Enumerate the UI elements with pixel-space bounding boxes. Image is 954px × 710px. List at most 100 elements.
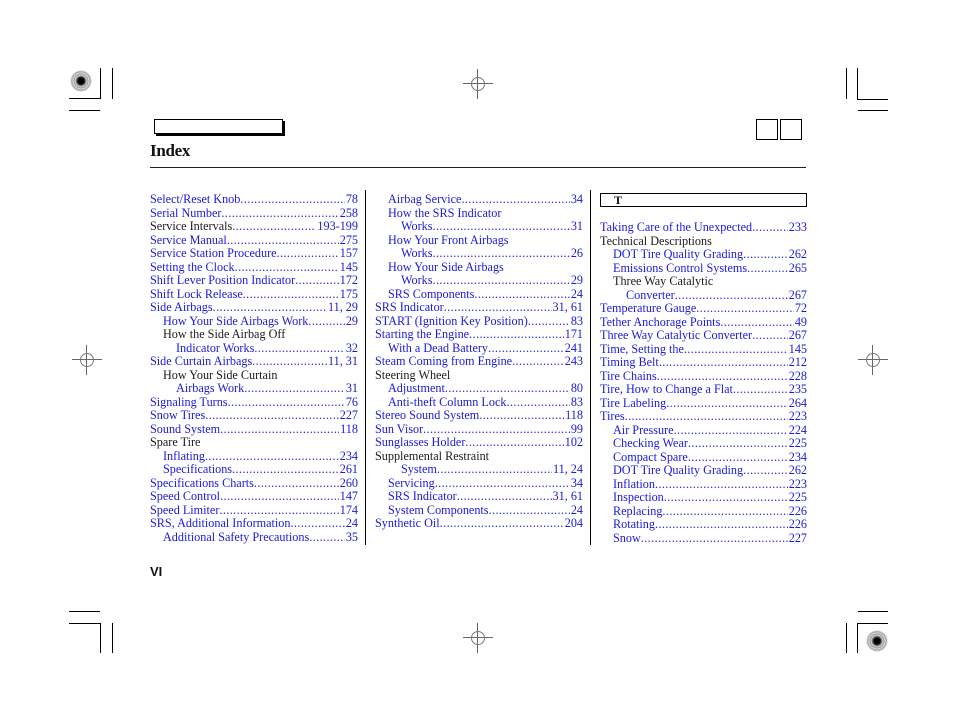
- index-entry-page[interactable]: 83: [570, 315, 583, 329]
- index-entry[interactable]: Timing Belt 212: [600, 356, 807, 370]
- main-menu-tab[interactable]: [154, 119, 283, 134]
- index-entry-page[interactable]: 226: [788, 505, 807, 519]
- index-entry[interactable]: SRS Indicator 31, 61: [375, 490, 583, 504]
- index-entry-label[interactable]: Service Station Procedure: [150, 247, 277, 261]
- index-entry-page[interactable]: 99: [570, 423, 583, 437]
- index-entry-label[interactable]: Steam Coming from Engine: [375, 355, 512, 369]
- index-entry[interactable]: Service Intervals 193-199: [150, 220, 358, 234]
- index-entry-label[interactable]: Compact Spare: [613, 451, 688, 465]
- index-entry-label[interactable]: Tire, How to Change a Flat: [600, 383, 733, 397]
- index-entry[interactable]: How Your Side Airbags: [375, 261, 583, 275]
- index-entry[interactable]: Works 31: [375, 220, 583, 234]
- index-entry[interactable]: Taking Care of the Unexpected 233: [600, 221, 807, 235]
- index-entry-page[interactable]: 234: [339, 450, 358, 464]
- index-entry-page[interactable]: 29: [345, 315, 358, 329]
- index-entry-page[interactable]: 49: [794, 316, 807, 330]
- index-entry-page[interactable]: 233: [788, 221, 807, 235]
- index-entry-label[interactable]: Inspection: [613, 491, 664, 505]
- index-entry[interactable]: Air Pressure 224: [600, 424, 807, 438]
- index-entry-page[interactable]: 265: [788, 262, 807, 276]
- index-entry-page[interactable]: 228: [788, 370, 807, 384]
- index-entry-page[interactable]: 235: [788, 383, 807, 397]
- index-entry-label[interactable]: Time, Setting the: [600, 343, 684, 357]
- index-entry-page[interactable]: 260: [339, 477, 358, 491]
- index-entry[interactable]: Indicator Works 32: [150, 342, 358, 356]
- index-entry[interactable]: Signaling Turns 76: [150, 396, 358, 410]
- index-entry-page[interactable]: 147: [339, 490, 358, 504]
- index-entry-label[interactable]: SRS Components: [388, 288, 474, 302]
- index-entry[interactable]: Airbag Service 34: [375, 193, 583, 207]
- index-entry[interactable]: Sound System 118: [150, 423, 358, 437]
- index-entry[interactable]: Snow Tires 227: [150, 409, 358, 423]
- index-entry-page[interactable]: 225: [788, 437, 807, 451]
- index-entry-page[interactable]: 258: [339, 207, 358, 221]
- index-entry-page[interactable]: 223: [788, 410, 807, 424]
- index-entry[interactable]: Tire, How to Change a Flat 235: [600, 383, 807, 397]
- index-entry-page[interactable]: 145: [339, 261, 358, 275]
- index-entry-page[interactable]: 35: [345, 531, 358, 545]
- index-entry-label[interactable]: Inflation: [613, 478, 655, 492]
- index-entry-page[interactable]: 29: [570, 274, 583, 288]
- index-entry-label[interactable]: Emissions Control Systems: [613, 262, 747, 276]
- index-entry[interactable]: Airbags Work 31: [150, 382, 358, 396]
- index-entry-label[interactable]: Inflating: [163, 450, 205, 464]
- index-entry-label[interactable]: Sunglasses Holder: [375, 436, 465, 450]
- index-entry[interactable]: Compact Spare 234: [600, 451, 807, 465]
- index-entry-page[interactable]: 275: [339, 234, 358, 248]
- index-entry[interactable]: Steam Coming from Engine 243: [375, 355, 583, 369]
- index-entry-label[interactable]: Taking Care of the Unexpected: [600, 221, 752, 235]
- index-entry-page[interactable]: 243: [564, 355, 583, 369]
- index-entry-page[interactable]: 157: [339, 247, 358, 261]
- index-entry-page[interactable]: 227: [339, 409, 358, 423]
- index-entry-label[interactable]: DOT Tire Quality Grading: [613, 248, 743, 262]
- index-entry-label[interactable]: Works: [401, 220, 433, 234]
- index-entry-page[interactable]: 241: [564, 342, 583, 356]
- index-entry-label[interactable]: How Your Side Airbags Work: [163, 315, 308, 329]
- index-entry-page[interactable]: 262: [788, 464, 807, 478]
- index-entry-label[interactable]: Three Way Catalytic Converter: [600, 329, 752, 343]
- index-entry-page[interactable]: 31, 61: [552, 301, 583, 315]
- index-entry-page[interactable]: 24: [570, 504, 583, 518]
- index-entry[interactable]: SRS Indicator 31, 61: [375, 301, 583, 315]
- index-entry[interactable]: Inflating 234: [150, 450, 358, 464]
- index-entry[interactable]: Three Way Catalytic Converter 267: [600, 329, 807, 343]
- index-entry-label[interactable]: Setting the Clock: [150, 261, 235, 275]
- index-entry[interactable]: Side Curtain Airbags 11, 31: [150, 355, 358, 369]
- index-entry-label[interactable]: Works: [401, 274, 433, 288]
- index-entry-label[interactable]: Tires: [600, 410, 625, 424]
- index-entry-page[interactable]: 171: [564, 328, 583, 342]
- index-entry-page[interactable]: 34: [570, 193, 583, 207]
- index-entry[interactable]: Tires 223: [600, 410, 807, 424]
- index-entry[interactable]: Tire Labeling 264: [600, 397, 807, 411]
- index-entry-page[interactable]: 264: [788, 397, 807, 411]
- index-entry-page[interactable]: 172: [339, 274, 358, 288]
- index-entry-page[interactable]: 24: [345, 517, 358, 531]
- index-entry-page[interactable]: 118: [564, 409, 583, 423]
- index-entry-label[interactable]: Indicator Works: [176, 342, 254, 356]
- index-entry-label[interactable]: Synthetic Oil: [375, 517, 440, 531]
- index-entry-page[interactable]: 261: [339, 463, 358, 477]
- index-entry[interactable]: Shift Lock Release 175: [150, 288, 358, 302]
- index-entry-label[interactable]: START (Ignition Key Position): [375, 315, 528, 329]
- index-entry[interactable]: Rotating 226: [600, 518, 807, 532]
- index-entry-label[interactable]: Shift Lock Release: [150, 288, 243, 302]
- index-entry-page[interactable]: 26: [570, 247, 583, 261]
- index-entry-page[interactable]: 262: [788, 248, 807, 262]
- index-entry[interactable]: Synthetic Oil 204: [375, 517, 583, 531]
- index-entry[interactable]: DOT Tire Quality Grading 262: [600, 464, 807, 478]
- index-entry[interactable]: Works 29: [375, 274, 583, 288]
- index-entry-label[interactable]: Converter: [626, 289, 675, 303]
- index-entry-label[interactable]: Adjustment: [388, 382, 445, 396]
- nav-prev-button[interactable]: [756, 119, 778, 140]
- index-entry-label[interactable]: Additional Safety Precautions: [163, 531, 309, 545]
- index-entry-label[interactable]: Starting the Engine: [375, 328, 469, 342]
- index-entry[interactable]: Tether Anchorage Points 49: [600, 316, 807, 330]
- index-entry-page[interactable]: 76: [345, 396, 358, 410]
- index-entry-page[interactable]: 83: [570, 396, 583, 410]
- index-entry[interactable]: System 11, 24: [375, 463, 583, 477]
- index-entry-label[interactable]: Stereo Sound System: [375, 409, 479, 423]
- index-entry-label[interactable]: SRS Indicator: [388, 490, 457, 504]
- index-entry[interactable]: Select/Reset Knob 78: [150, 193, 358, 207]
- index-entry-page[interactable]: 118: [339, 423, 358, 437]
- index-entry-page[interactable]: 145: [788, 343, 807, 357]
